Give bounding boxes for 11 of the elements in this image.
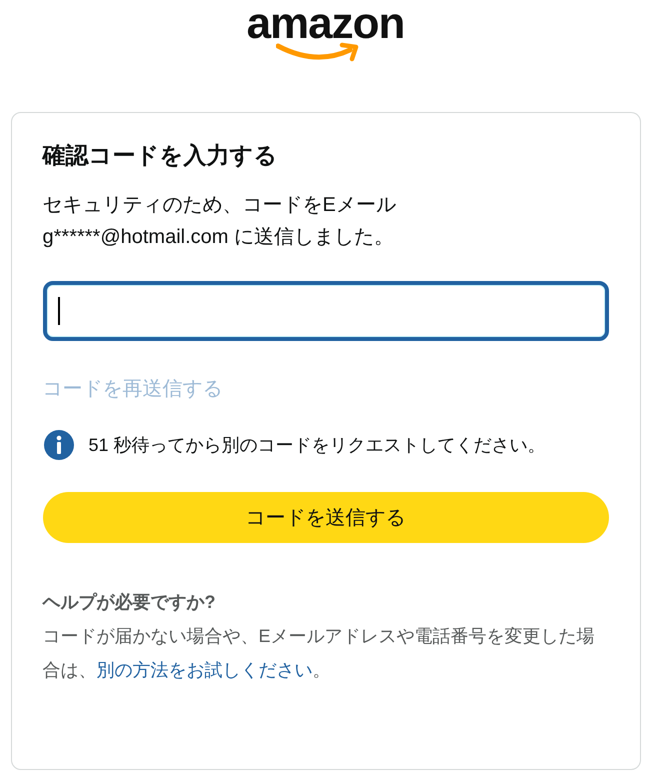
wait-notice: 51 秒待ってから別のコードをリクエストしてください。 <box>88 434 546 456</box>
code-input-field[interactable] <box>42 281 608 341</box>
info-icon <box>42 429 74 461</box>
instruction-text: セキュリティのため、コードをEメール g******@hotmail.com に送信しました。 <box>42 193 397 250</box>
alternative-method-link[interactable]: 別の方法をお試しください <box>96 660 312 680</box>
text-cursor <box>58 297 60 325</box>
help-heading: ヘルプが必要ですか? <box>42 591 216 614</box>
help-text: コードが届かない場合や、Eメールアドレスや電話番号を変更した場合は、別の方法をお試しください。 <box>42 625 596 682</box>
amazon-logo: amazon <box>236 2 416 64</box>
page-title: 確認コードを入力する <box>42 141 278 170</box>
send-code-button[interactable]: コードを送信する <box>42 492 608 543</box>
